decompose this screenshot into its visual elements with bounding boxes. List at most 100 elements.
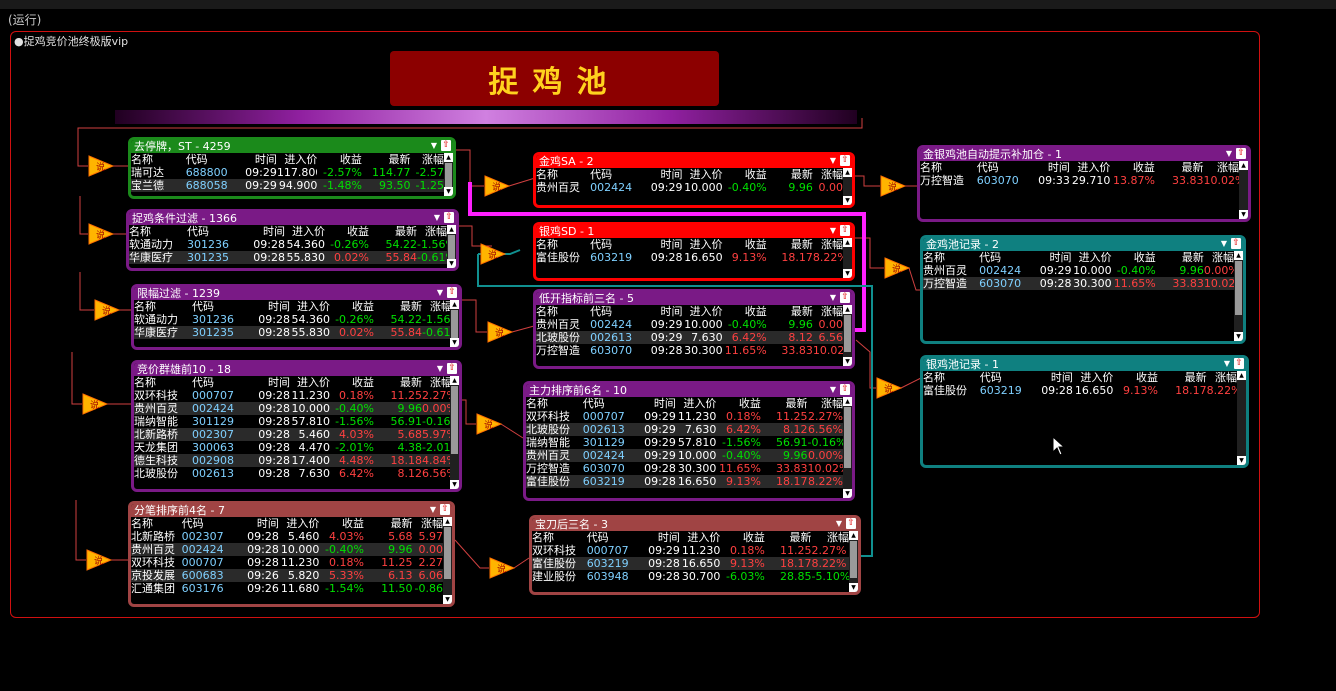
column-header[interactable]: 名称 (129, 225, 187, 238)
trigger-node-icon[interactable]: 说 (82, 393, 109, 415)
collapse-icon[interactable]: ▼ (828, 155, 838, 166)
vertical-scrollbar[interactable]: ▲ ▼ (843, 168, 852, 205)
trigger-node-icon[interactable]: 说 (94, 299, 121, 321)
column-header[interactable]: 时间 (1025, 161, 1070, 174)
scroll-down-icon[interactable]: ▼ (444, 187, 453, 196)
column-header[interactable]: 涨幅 (813, 305, 843, 318)
scroll-down-icon[interactable]: ▼ (849, 583, 858, 592)
scroll-up-icon[interactable]: ▲ (843, 238, 852, 247)
scroll-thumb[interactable] (444, 527, 451, 580)
scroll-up-icon[interactable]: ▲ (1234, 251, 1243, 260)
pin-up-icon[interactable]: ⇧ (840, 155, 850, 166)
pin-up-icon[interactable]: ⇧ (440, 504, 450, 515)
column-header[interactable]: 代码 (587, 531, 636, 544)
column-header[interactable]: 收益 (720, 531, 765, 544)
table-row[interactable]: 华康医疗30123509:2855.8300.02%55.84-0.61% (129, 251, 447, 264)
trigger-node-icon[interactable]: 说 (480, 243, 507, 265)
pin-up-icon[interactable]: ⇧ (447, 363, 457, 374)
column-header[interactable]: 时间 (638, 168, 682, 181)
column-header[interactable]: 名称 (134, 300, 192, 313)
collapse-icon[interactable]: ▼ (1222, 358, 1232, 369)
column-header[interactable]: 代码 (980, 371, 1029, 384)
trigger-node-icon[interactable]: 说 (880, 175, 907, 197)
scroll-up-icon[interactable]: ▲ (1237, 371, 1246, 380)
table-row[interactable]: 双环科技 000707 09:28 11.230 0.18% 11.25 2.27 (131, 556, 443, 569)
column-header[interactable]: 名称 (536, 238, 590, 251)
column-header[interactable]: 收益 (1110, 161, 1155, 174)
table-row[interactable]: 北玻股份 002613 09:29 7.630 6.42% 8.12 6.56% (526, 423, 843, 436)
vertical-scrollbar[interactable]: ▲ ▼ (443, 517, 452, 604)
column-header[interactable]: 涨幅 (411, 153, 444, 166)
table-row[interactable]: 软通动力 301236 09:2854.360 -0.26% 54.22-1.56% (134, 313, 452, 326)
column-header[interactable]: 进入价 (290, 300, 330, 313)
collapse-icon[interactable]: ▼ (432, 212, 442, 223)
pin-up-icon[interactable]: ⇧ (840, 384, 850, 395)
column-header[interactable]: 名称 (134, 376, 192, 389)
column-header[interactable]: 名称 (131, 517, 182, 530)
scroll-thumb[interactable] (850, 541, 857, 578)
column-header[interactable]: 时间 (1028, 371, 1073, 384)
strategy-panel-p4[interactable]: 竞价群雄前10 - 18 ▼ ⇧ 名称 代码 时间 进入价 收益 最新 涨幅 双环科技 000707 0… (131, 360, 462, 492)
collapse-icon[interactable]: ▼ (828, 292, 838, 303)
column-header[interactable]: 最新 (767, 305, 813, 318)
table-row[interactable]: 北玻股份 002613 09:29 7.630 6.42% 8.12 6.56 (536, 331, 843, 344)
trigger-node-icon[interactable]: 说 (876, 377, 903, 399)
vertical-scrollbar[interactable]: ▲ ▼ (1234, 251, 1243, 341)
column-header[interactable]: 收益 (319, 517, 364, 530)
column-header[interactable]: 涨幅 (413, 517, 443, 530)
column-header[interactable]: 涨幅 (813, 168, 843, 181)
pin-up-icon[interactable]: ⇧ (840, 225, 850, 236)
column-header[interactable]: 最新 (765, 531, 811, 544)
trigger-node-icon[interactable]: 说 (484, 175, 511, 197)
trigger-node-icon[interactable]: 说 (487, 321, 514, 343)
scroll-thumb[interactable] (451, 386, 458, 454)
scroll-thumb[interactable] (445, 163, 452, 189)
column-header[interactable]: 代码 (182, 517, 235, 530)
vertical-scrollbar[interactable]: ▲ ▼ (1239, 161, 1248, 219)
table-row[interactable]: 北玻股份 002613 09:28 7.630 6.42% 8.126.56% (134, 467, 452, 480)
table-row[interactable]: 万控智造60307009:2830.30011.65%33.8310.02% (923, 277, 1234, 290)
column-header[interactable]: 最新 (362, 153, 411, 166)
column-header[interactable]: 代码 (583, 397, 632, 410)
vertical-scrollbar[interactable]: ▲ ▼ (849, 531, 858, 592)
column-header[interactable]: 时间 (631, 397, 676, 410)
vertical-scrollbar[interactable]: ▲ ▼ (843, 238, 852, 278)
column-header[interactable]: 涨幅 (417, 225, 447, 238)
column-header[interactable]: 最新 (1156, 251, 1204, 264)
column-header[interactable]: 进入价 (279, 517, 319, 530)
table-row[interactable]: 万控智造60307009:2830.30011.65%33.8310.02% (526, 462, 843, 475)
table-row[interactable]: 富佳股份60321909:2816.6509.13%18.178.22% (526, 475, 843, 488)
column-header[interactable]: 名称 (923, 251, 979, 264)
column-header[interactable]: 最新 (369, 225, 417, 238)
table-row[interactable]: 双环科技 000707 09:2911.230 0.18% 11.252.27% 69 (532, 544, 849, 557)
strategy-panel-p11[interactable]: 金银鸡池自动提示补加仓 - 1 ▼ ⇧ 名称 代码 时间 进入价 收益 最新 涨幅 万控智造 6030… (917, 145, 1251, 222)
table-row[interactable]: 华康医疗30123509:2855.8300.02%55.84-0.61% (134, 326, 452, 339)
strategy-panel-p6[interactable]: 金鸡SA - 2 ▼ ⇧ 名称 代码 时间 进入价 收益 最新 涨幅 贵州百灵 002424 09:29… (533, 152, 855, 208)
scroll-down-icon[interactable]: ▼ (843, 489, 852, 498)
column-header[interactable]: 名称 (923, 371, 980, 384)
column-header[interactable]: 最新 (374, 376, 422, 389)
column-header[interactable]: 最新 (767, 168, 813, 181)
scroll-thumb[interactable] (451, 310, 458, 339)
table-row[interactable]: 瑞纳智能 301129 09:29 57.810 -1.56% 56.91 -0.16% (526, 436, 843, 449)
column-header[interactable]: 代码 (192, 376, 244, 389)
column-header[interactable]: 涨幅 (1204, 161, 1239, 174)
strategy-panel-p7[interactable]: 银鸡SD - 1 ▼ ⇧ 名称 代码 时间 进入价 收益 最新 涨幅 富佳股份 603219 09:28… (533, 222, 855, 281)
table-row[interactable]: 贵州百灵00242409:2810.000-0.40%9.960.00% (134, 402, 452, 415)
column-header[interactable]: 进入价 (277, 153, 317, 166)
column-header[interactable]: 涨幅 (422, 376, 452, 389)
scroll-up-icon[interactable]: ▲ (443, 517, 452, 526)
column-header[interactable]: 收益 (1113, 371, 1158, 384)
collapse-icon[interactable]: ▼ (828, 225, 838, 236)
column-header[interactable]: 进入价 (676, 397, 716, 410)
trigger-node-icon[interactable]: 说 (476, 413, 503, 435)
column-header[interactable]: 进入价 (285, 225, 325, 238)
column-header[interactable]: 进入价 (682, 238, 723, 251)
column-header[interactable]: 涨幅 (1207, 371, 1237, 384)
scroll-down-icon[interactable]: ▼ (1239, 210, 1248, 219)
scroll-thumb[interactable] (844, 407, 851, 468)
collapse-icon[interactable]: ▼ (1224, 148, 1234, 159)
column-header[interactable]: 最新 (767, 238, 813, 251)
column-header[interactable]: 进入价 (682, 305, 723, 318)
column-header[interactable]: 时间 (635, 531, 680, 544)
